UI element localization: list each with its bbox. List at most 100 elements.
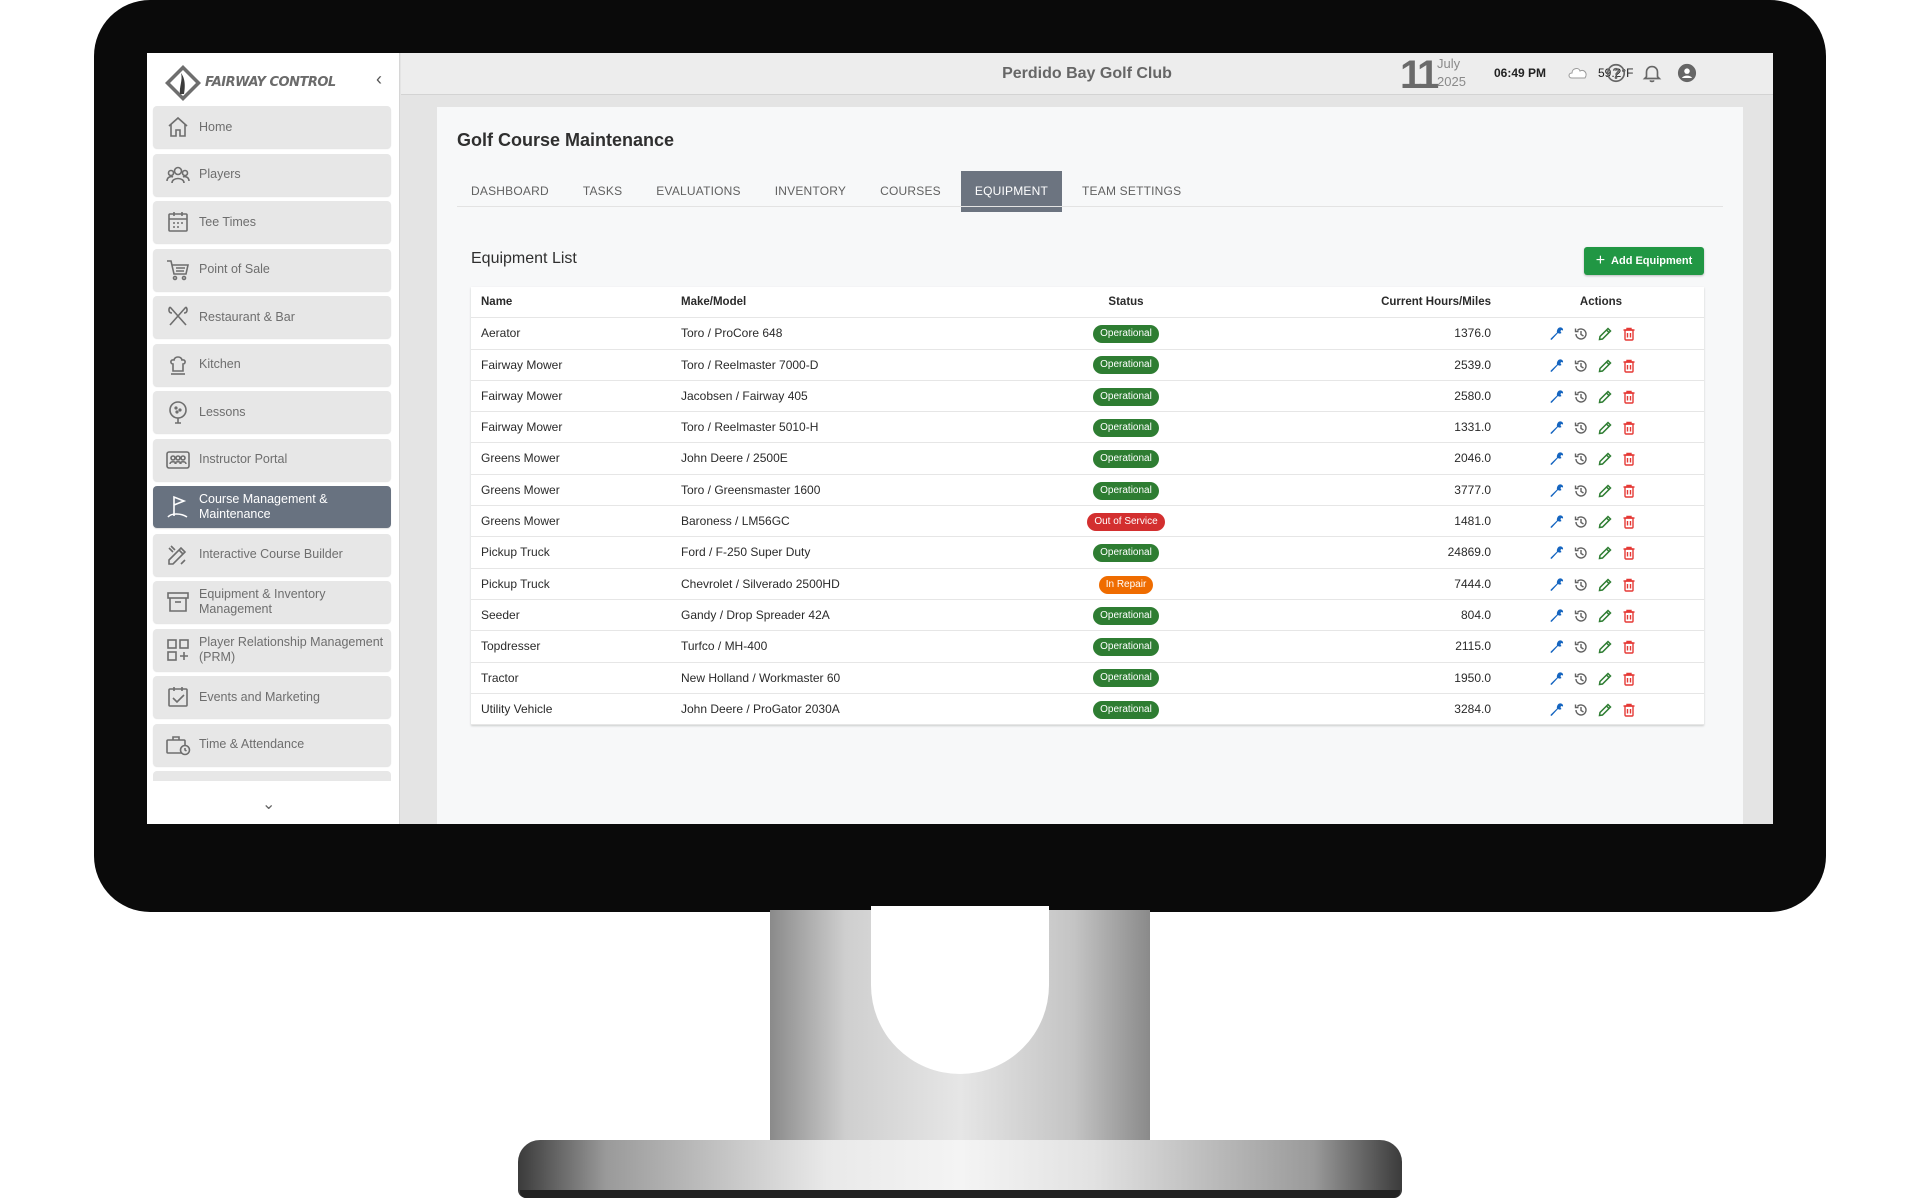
status-cell: In Repair [1071,569,1181,600]
table-row[interactable]: Aerator Toro / ProCore 648 Operational 1376… [471,318,1704,350]
sidebar-item-home[interactable]: Home [153,106,391,148]
wrench-icon[interactable] [1549,420,1565,436]
sidebar-item-tee-times[interactable]: Tee Times [153,201,391,243]
chevron-down-icon[interactable]: ⌄ [262,794,275,814]
history-icon[interactable] [1573,702,1589,718]
sidebar-item-equipment-inventory-management[interactable]: Equipment & Inventory Management [153,581,391,623]
history-icon[interactable] [1573,545,1589,561]
account-icon[interactable] [1676,62,1698,84]
history-icon[interactable] [1573,451,1589,467]
sidebar-item-kitchen[interactable]: Kitchen [153,343,391,386]
sidebar-item-instructor-portal[interactable]: Instructor Portal [153,438,391,481]
edit-icon[interactable] [1597,702,1613,718]
edit-icon[interactable] [1597,608,1613,624]
archive-icon [165,589,191,615]
sidebar-item-point-of-sale[interactable]: Point of Sale [153,248,391,291]
sidebar-item-lessons[interactable]: Lessons [153,391,391,433]
wrench-icon[interactable] [1549,483,1565,499]
delete-icon[interactable] [1621,545,1637,561]
edit-icon[interactable] [1597,326,1613,342]
table-row[interactable]: Fairway Mower Jacobsen / Fairway 405 Opera… [471,381,1704,413]
wrench-icon[interactable] [1549,545,1565,561]
sidebar-item-player-relationship-management-prm[interactable]: Player Relationship Management (PRM) [153,628,391,671]
sidebar-item-course-management-maintenance[interactable]: Course Management & Maintenance [153,486,391,528]
delete-icon[interactable] [1621,358,1637,374]
table-row[interactable]: Greens Mower Toro / Greensmaster 1600 Oper… [471,475,1704,507]
column-header-name[interactable]: Name [481,287,512,318]
edit-icon[interactable] [1597,483,1613,499]
table-row[interactable]: Pickup Truck Chevrolet / Silverado 2500HD… [471,569,1704,600]
column-header-make-model[interactable]: Make/Model [681,287,746,318]
history-icon[interactable] [1573,608,1589,624]
wrench-icon[interactable] [1549,326,1565,342]
status-cell: Operational [1071,318,1181,349]
sidebar-item-players[interactable]: Players [153,153,391,196]
equipment-hours: 3284.0 [1454,701,1491,716]
wrench-icon[interactable] [1549,608,1565,624]
table-row[interactable]: Utility Vehicle John Deere / ProGator 203… [471,694,1704,726]
history-icon[interactable] [1573,420,1589,436]
equipment-make-model: Ford / F-250 Super Duty [681,545,811,560]
sidebar-item-time-attendance[interactable]: Time & Attendance [153,723,391,766]
delete-icon[interactable] [1621,483,1637,499]
delete-icon[interactable] [1621,451,1637,467]
help-icon[interactable] [1605,62,1627,84]
history-icon[interactable] [1573,514,1589,530]
history-icon[interactable] [1573,671,1589,687]
wrench-icon[interactable] [1549,451,1565,467]
sidebar-item-events-and-marketing[interactable]: Events and Marketing [153,676,391,718]
delete-icon[interactable] [1621,671,1637,687]
delete-icon[interactable] [1621,326,1637,342]
edit-icon[interactable] [1597,671,1613,687]
wrench-icon[interactable] [1549,639,1565,655]
table-row[interactable]: Fairway Mower Toro / Reelmaster 5010-H Ope… [471,412,1704,444]
edit-icon[interactable] [1597,514,1613,530]
edit-icon[interactable] [1597,420,1613,436]
date-month: July [1437,56,1461,71]
wrench-icon[interactable] [1549,702,1565,718]
delete-icon[interactable] [1621,577,1637,593]
add-equipment-button[interactable]: + Add Equipment [1584,247,1704,275]
table-row[interactable]: Tractor New Holland / Workmaster 60 Operat… [471,663,1704,694]
edit-icon[interactable] [1597,451,1613,467]
equipment-make-model: Chevrolet / Silverado 2500HD [681,576,840,591]
wrench-icon[interactable] [1549,671,1565,687]
table-row[interactable]: Greens Mower John Deere / 2500E Operationa… [471,443,1704,475]
sidebar-item-interactive-course-builder[interactable]: Interactive Course Builder [153,533,391,576]
wrench-icon[interactable] [1549,358,1565,374]
table-row[interactable]: Topdresser Turfco / MH-400 Operational 2115… [471,631,1704,663]
edit-icon[interactable] [1597,389,1613,405]
sidebar-item-restaurant-bar[interactable]: Restaurant & Bar [153,296,391,338]
status-cell: Operational [1071,381,1181,412]
delete-icon[interactable] [1621,639,1637,655]
column-header-status[interactable]: Status [1071,287,1181,318]
history-icon[interactable] [1573,639,1589,655]
wrench-icon[interactable] [1549,514,1565,530]
history-icon[interactable] [1573,577,1589,593]
history-icon[interactable] [1573,389,1589,405]
wrench-icon[interactable] [1549,389,1565,405]
collapse-sidebar-chevron-left-icon[interactable]: ‹ [369,69,389,89]
column-header-current-hours-miles[interactable]: Current Hours/Miles [1231,287,1491,318]
delete-icon[interactable] [1621,702,1637,718]
edit-icon[interactable] [1597,358,1613,374]
delete-icon[interactable] [1621,608,1637,624]
delete-icon[interactable] [1621,420,1637,436]
delete-icon[interactable] [1621,514,1637,530]
history-icon[interactable] [1573,483,1589,499]
wrench-icon[interactable] [1549,577,1565,593]
delete-icon[interactable] [1621,389,1637,405]
table-row[interactable]: Pickup Truck Ford / F-250 Super Duty Opera… [471,537,1704,569]
history-icon[interactable] [1573,326,1589,342]
table-row[interactable]: Greens Mower Baroness / LM56GC Out of Serv… [471,506,1704,538]
edit-icon[interactable] [1597,577,1613,593]
column-header-actions[interactable]: Actions [1531,287,1671,318]
edit-icon[interactable] [1597,639,1613,655]
table-row[interactable]: Seeder Gandy / Drop Spreader 42A Operation… [471,600,1704,632]
edit-icon[interactable] [1597,545,1613,561]
history-icon[interactable] [1573,358,1589,374]
equipment-hours: 2539.0 [1454,357,1491,372]
brand-logo[interactable]: FAIRWAY CONTROL [163,63,336,103]
table-row[interactable]: Fairway Mower Toro / Reelmaster 7000-D Ope… [471,350,1704,381]
bell-icon[interactable] [1641,62,1663,84]
